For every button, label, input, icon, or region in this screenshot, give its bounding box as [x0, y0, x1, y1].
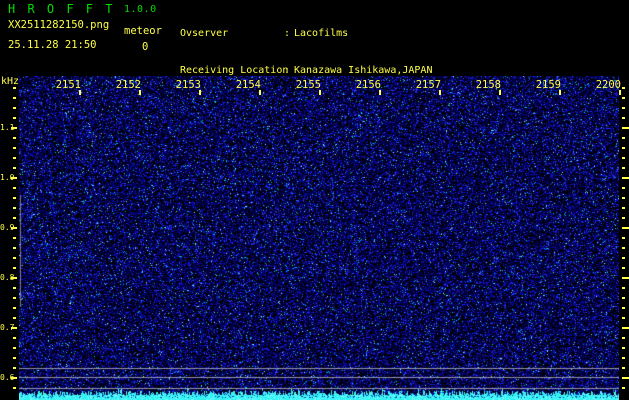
time-tick-mark	[139, 90, 141, 95]
info-row-observer: Ovserver: Lacofilms	[180, 28, 432, 40]
time-tick-label: 2156	[355, 79, 381, 91]
freq-major-tick	[11, 227, 17, 229]
time-tick-label: 2157	[415, 79, 441, 91]
freq-minor-tick	[622, 137, 625, 139]
freq-minor-tick	[622, 167, 625, 169]
freq-minor-tick	[622, 357, 625, 359]
time-tick-label: 2154	[235, 79, 261, 91]
freq-minor-tick	[13, 207, 16, 209]
freq-major-tick	[622, 327, 629, 329]
time-tick-label: 2158	[475, 79, 501, 91]
freq-minor-tick	[622, 267, 625, 269]
freq-minor-tick	[622, 317, 625, 319]
freq-minor-tick	[13, 297, 16, 299]
freq-minor-tick	[622, 367, 625, 369]
time-tick-mark	[199, 90, 201, 95]
freq-minor-tick	[13, 357, 16, 359]
time-tick-label: 2153	[175, 79, 201, 91]
info-label: Ovserver	[180, 27, 229, 39]
freq-minor-tick	[622, 87, 625, 89]
freq-minor-tick	[13, 247, 16, 249]
time-tick-mark	[499, 90, 501, 95]
freq-minor-tick	[13, 117, 16, 119]
freq-minor-tick	[13, 87, 16, 89]
time-tick-mark	[319, 90, 321, 95]
freq-minor-tick	[622, 117, 625, 119]
app-title: H R O F F T	[8, 2, 115, 16]
freq-minor-tick	[13, 267, 16, 269]
freq-minor-tick	[13, 157, 16, 159]
freq-minor-tick	[13, 347, 16, 349]
freq-minor-tick	[622, 147, 625, 149]
freq-minor-tick	[622, 217, 625, 219]
capture-datetime: 25.11.28 21:50	[8, 39, 97, 51]
meteor-counter-value: 0	[142, 41, 149, 53]
freq-major-tick	[622, 127, 629, 129]
freq-minor-tick	[622, 237, 625, 239]
freq-minor-tick	[622, 347, 625, 349]
freq-major-tick	[11, 277, 17, 279]
freq-minor-tick	[622, 197, 625, 199]
freq-minor-tick	[13, 187, 16, 189]
freq-minor-tick	[13, 367, 16, 369]
freq-minor-tick	[13, 147, 16, 149]
freq-minor-tick	[13, 107, 16, 109]
info-value: Lacofilms	[294, 27, 349, 39]
freq-major-tick	[11, 127, 17, 129]
freq-minor-tick	[13, 307, 16, 309]
time-tick-label: 2155	[295, 79, 321, 91]
time-tick-mark	[439, 90, 441, 95]
freq-major-tick	[11, 377, 17, 379]
time-tick-label: 2151	[55, 79, 81, 91]
freq-minor-tick	[622, 337, 625, 339]
app-version: 1.0.0	[124, 4, 157, 15]
time-tick-mark	[559, 90, 561, 95]
meteor-counter-label: meteor	[124, 25, 162, 37]
time-tick-label: 2152	[115, 79, 141, 91]
freq-minor-tick	[13, 257, 16, 259]
freq-minor-tick	[13, 137, 16, 139]
freq-minor-tick	[13, 287, 16, 289]
freq-minor-tick	[13, 337, 16, 339]
freq-minor-tick	[622, 97, 625, 99]
freq-minor-tick	[622, 387, 625, 389]
freq-minor-tick	[622, 157, 625, 159]
freq-minor-tick	[622, 257, 625, 259]
freq-major-tick	[11, 327, 17, 329]
freq-minor-tick	[13, 237, 16, 239]
time-tick-label: 2159	[535, 79, 561, 91]
freq-major-tick	[622, 277, 629, 279]
freq-major-tick	[11, 177, 17, 179]
freq-minor-tick	[622, 207, 625, 209]
time-tick-mark	[259, 90, 261, 95]
freq-major-tick	[622, 227, 629, 229]
freq-minor-tick	[622, 247, 625, 249]
info-value: Kanazawa Ishikawa,JAPAN	[294, 65, 433, 77]
spectrogram-canvas	[19, 76, 619, 400]
freq-minor-tick	[622, 307, 625, 309]
freq-minor-tick	[13, 197, 16, 199]
frequency-unit-label: kHz	[1, 76, 20, 87]
time-tick-mark	[379, 90, 381, 95]
freq-minor-tick	[13, 217, 16, 219]
freq-minor-tick	[622, 297, 625, 299]
freq-minor-tick	[13, 167, 16, 169]
freq-minor-tick	[622, 107, 625, 109]
time-tick-mark	[79, 90, 81, 95]
info-separator: :	[284, 27, 291, 39]
freq-major-tick	[622, 377, 629, 379]
freq-minor-tick	[13, 317, 16, 319]
hrofft-window: H R O F F T 1.0.0 XX2511282150.png meteo…	[0, 0, 629, 400]
freq-major-tick	[622, 177, 629, 179]
time-tick-label: 2200	[595, 79, 621, 91]
freq-minor-tick	[622, 187, 625, 189]
freq-minor-tick	[13, 97, 16, 99]
time-tick-mark	[619, 90, 621, 95]
freq-minor-tick	[13, 387, 16, 389]
freq-minor-tick	[622, 287, 625, 289]
output-filename: XX2511282150.png	[8, 19, 110, 31]
